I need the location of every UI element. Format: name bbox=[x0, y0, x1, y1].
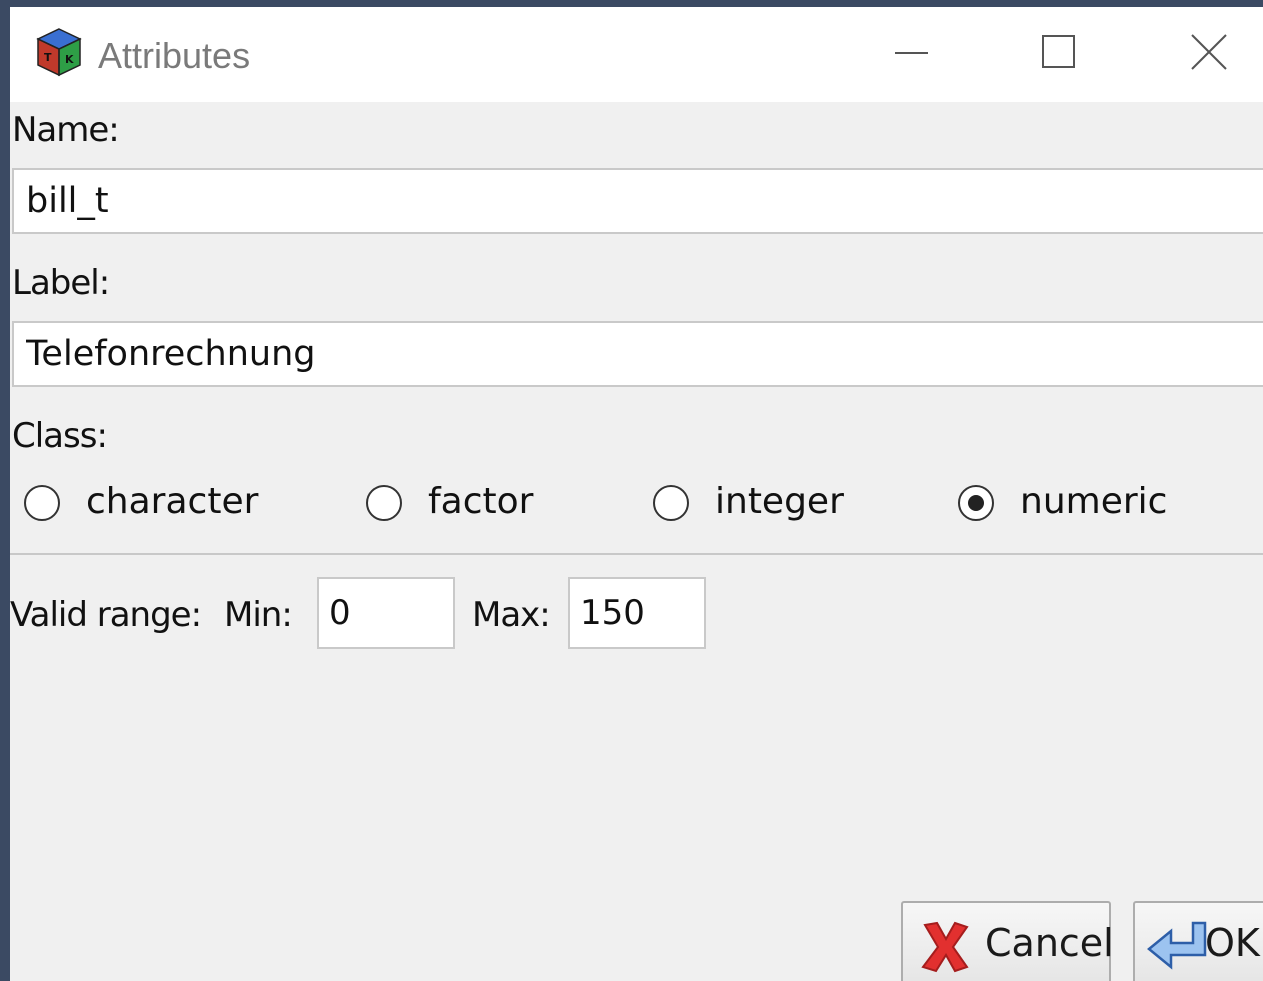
radio-label: character bbox=[86, 481, 259, 522]
max-label: Max: bbox=[472, 595, 551, 635]
valid-range-label: Valid range: bbox=[10, 595, 202, 635]
radio-character[interactable]: character bbox=[24, 481, 344, 531]
radio-factor[interactable]: factor bbox=[366, 481, 626, 531]
label-label: Label: bbox=[12, 263, 110, 303]
min-label: Min: bbox=[224, 595, 293, 635]
close-button[interactable] bbox=[1180, 27, 1240, 77]
radio-button[interactable] bbox=[653, 485, 689, 521]
ok-button[interactable]: OK bbox=[1133, 901, 1263, 981]
cancel-button[interactable]: Cancel bbox=[901, 901, 1114, 981]
radio-label: numeric bbox=[1020, 481, 1168, 522]
close-icon bbox=[1191, 34, 1227, 70]
cancel-x-icon bbox=[921, 921, 969, 973]
maximize-button[interactable] bbox=[1030, 27, 1090, 77]
minimize-button[interactable] bbox=[880, 27, 940, 77]
window-title: Attributes bbox=[98, 35, 251, 76]
name-input[interactable] bbox=[12, 168, 1263, 234]
radio-integer[interactable]: integer bbox=[653, 481, 933, 531]
label-input[interactable] bbox=[12, 321, 1263, 387]
maximize-icon bbox=[1042, 35, 1075, 68]
class-label: Class: bbox=[12, 416, 108, 456]
enter-arrow-icon bbox=[1147, 921, 1207, 970]
radio-label: factor bbox=[428, 481, 534, 522]
minimize-icon bbox=[895, 52, 928, 54]
svg-text:K: K bbox=[65, 53, 74, 66]
min-input[interactable] bbox=[317, 577, 455, 649]
radio-label: integer bbox=[715, 481, 844, 522]
radio-numeric[interactable]: numeric bbox=[958, 481, 1238, 531]
radio-button[interactable] bbox=[366, 485, 402, 521]
svg-text:T: T bbox=[44, 51, 52, 64]
radio-button-selected[interactable] bbox=[958, 485, 994, 521]
app-cube-icon: T K bbox=[36, 28, 82, 77]
cancel-label: Cancel bbox=[985, 921, 1114, 965]
radio-button[interactable] bbox=[24, 485, 60, 521]
divider bbox=[10, 553, 1263, 555]
attributes-dialog: T K Attributes Name: Label: Class: chara… bbox=[10, 7, 1263, 981]
ok-label: OK bbox=[1205, 921, 1260, 965]
max-input[interactable] bbox=[568, 577, 706, 649]
name-label: Name: bbox=[12, 110, 120, 150]
title-bar[interactable]: T K Attributes bbox=[10, 7, 1263, 102]
